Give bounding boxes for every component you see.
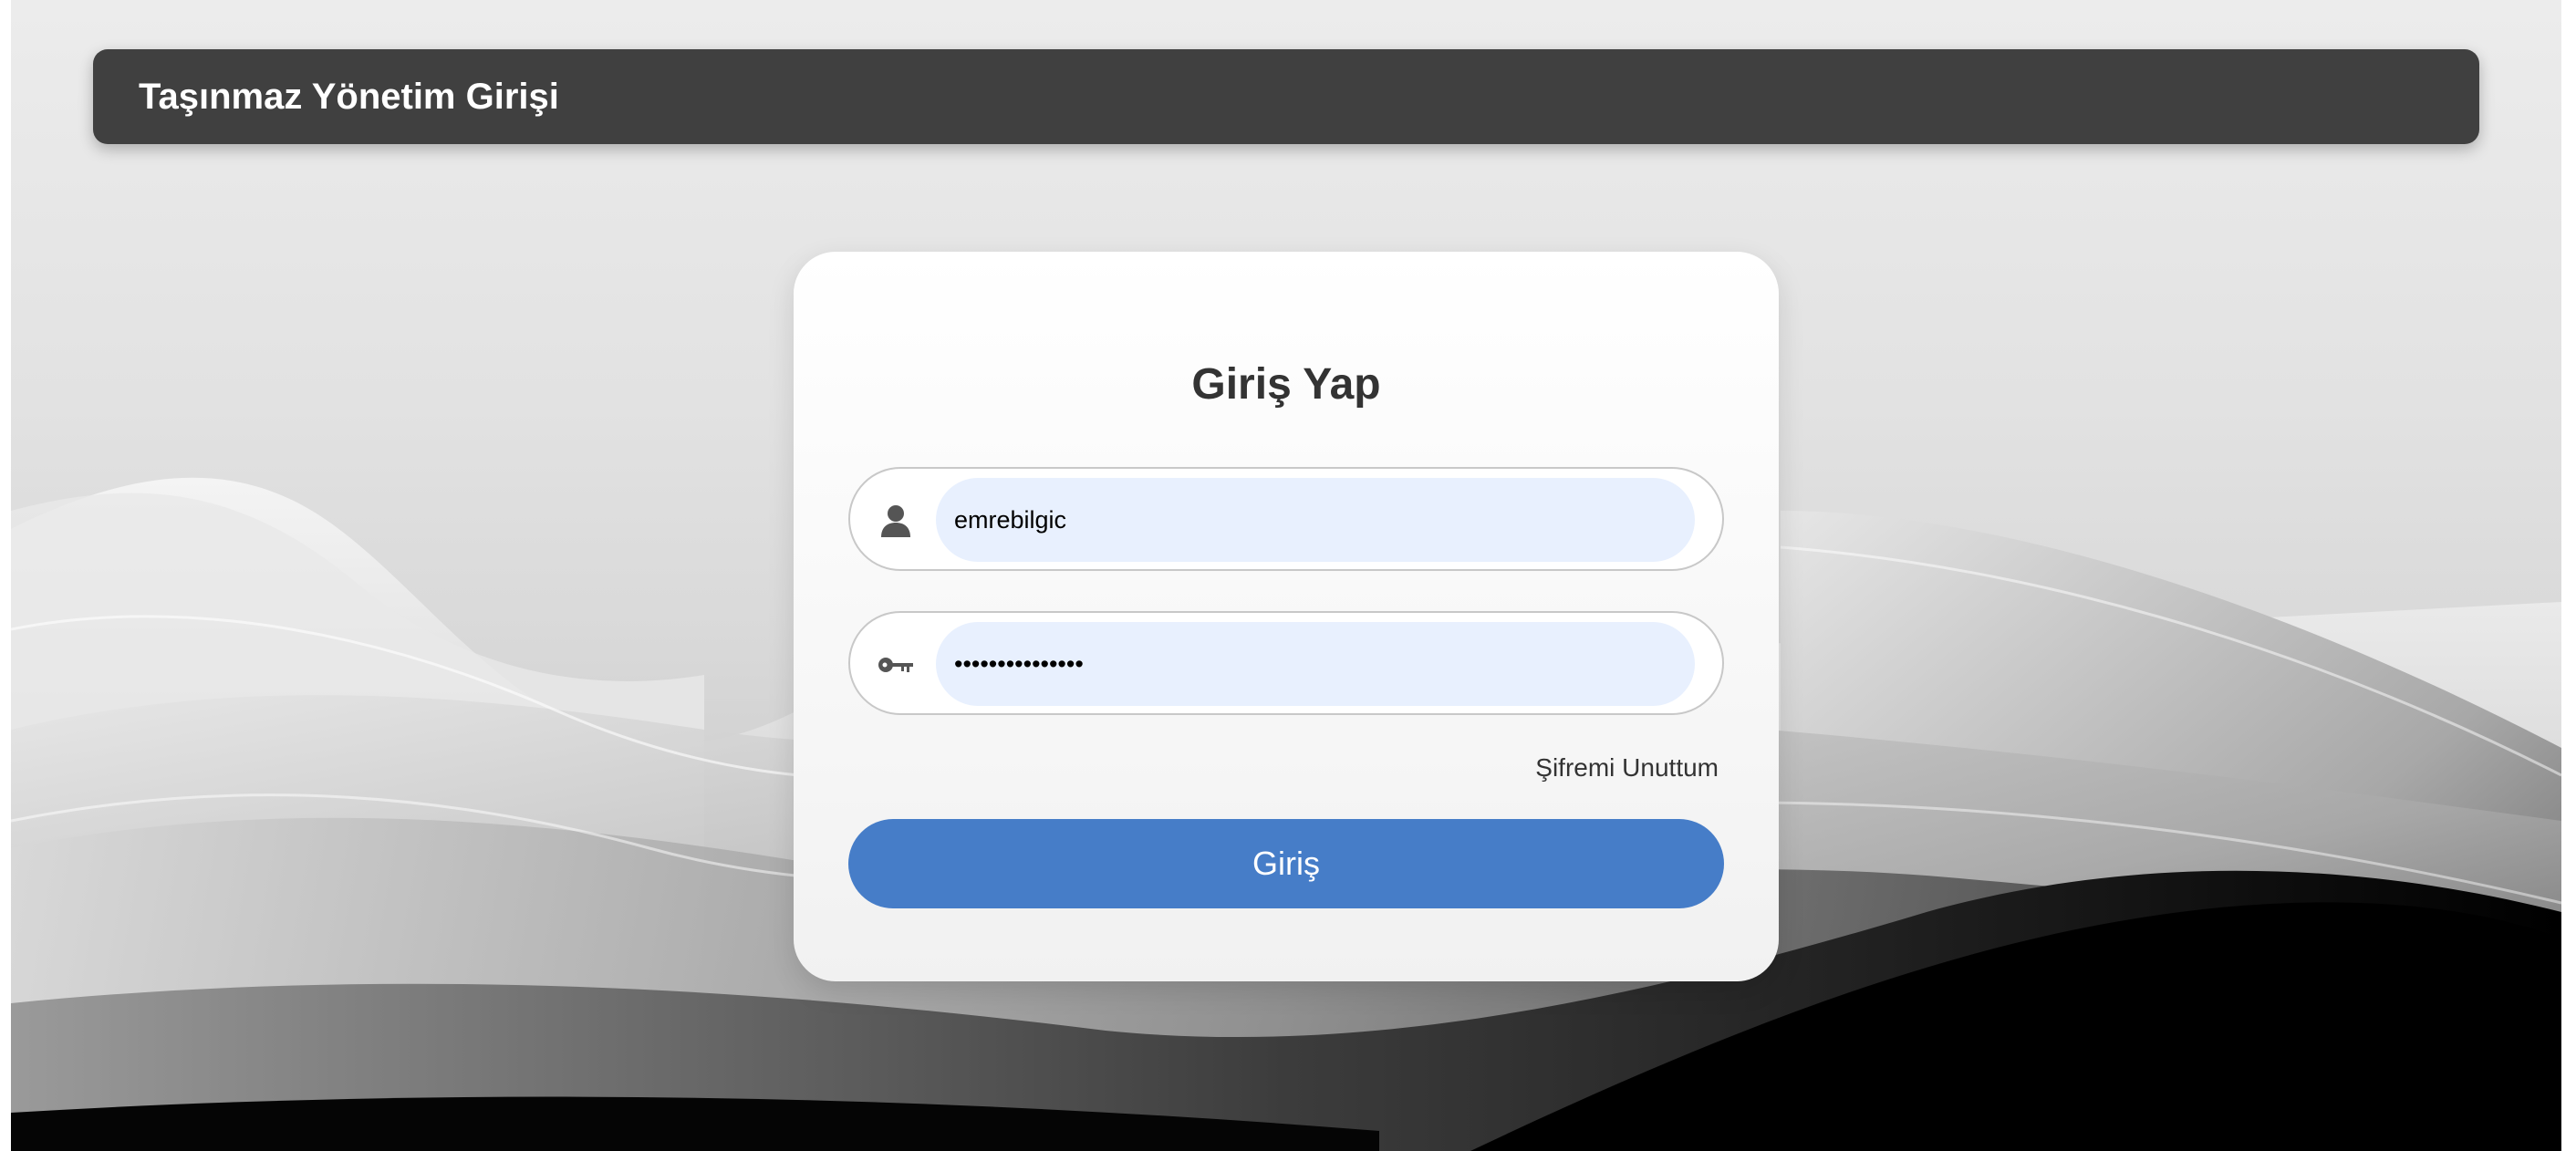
page-background: Taşınmaz Yönetim Girişi Giriş Yap Şifrem… [11,0,2561,1151]
login-title: Giriş Yap [1191,360,1381,409]
password-input[interactable] [936,622,1695,706]
username-field[interactable] [848,467,1724,571]
login-card: Giriş Yap Şifremi Unuttum Giriş [794,252,1779,981]
login-button[interactable]: Giriş [848,819,1724,908]
username-input[interactable] [936,478,1695,562]
user-icon [881,505,910,537]
password-field[interactable] [848,611,1724,715]
top-header-bar: Taşınmaz Yönetim Girişi [93,49,2479,144]
app-title: Taşınmaz Yönetim Girişi [139,77,559,117]
forgot-password-link[interactable]: Şifremi Unuttum [1535,752,1719,784]
key-icon [878,658,913,672]
